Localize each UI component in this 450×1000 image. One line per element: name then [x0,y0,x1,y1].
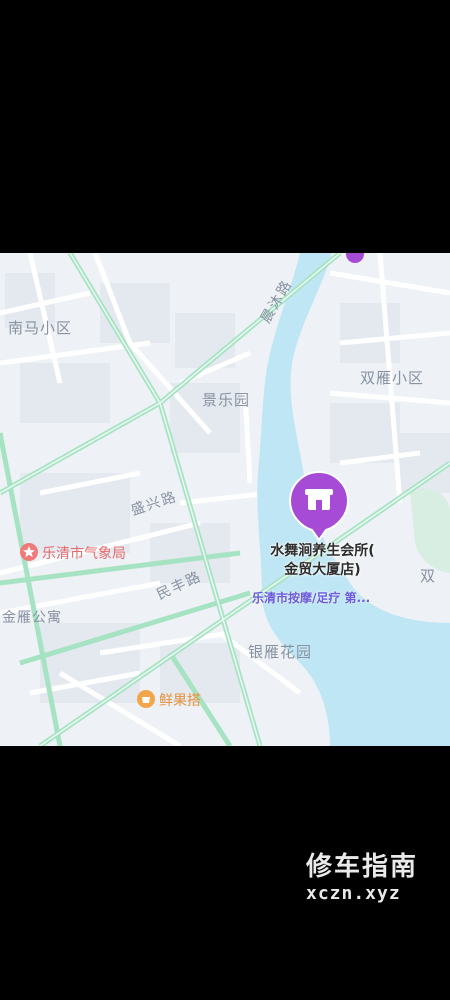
selected-poi-category: 乐清市按摩/足疗 第... [252,591,371,605]
poi-label: 乐清市气象局 [42,546,126,562]
watermark: 修车指南 xczn.xyz [306,846,418,904]
poi-dot-icon [346,253,364,263]
watermark-url: xczn.xyz [306,883,401,904]
poi-partial-top[interactable] [346,253,450,265]
selected-poi-pin[interactable] [288,470,350,542]
star-icon [20,543,38,561]
selected-poi-name-line1: 水舞涧养生会所( [270,543,375,559]
area-label-jingle: 景乐园 [202,391,251,409]
map-view[interactable]: 南马小区 景乐园 双雁小区 银雁花园 双 金雁公寓 晨沐路 盛兴路 民丰路 乐清… [0,253,450,746]
poi-label: 鲜果搭 [159,693,201,709]
shop-icon [137,690,155,708]
area-label-jinyan: 金雁公寓 [2,610,62,626]
area-label-yinyan: 银雁花园 [248,643,313,661]
selected-poi-name[interactable]: 水舞涧养生会所( 金贸大厦店) [255,542,390,580]
area-label-shuangyan: 双雁小区 [360,369,425,387]
watermark-title: 修车指南 [306,852,419,882]
park [410,489,450,573]
area-label-shuang: 双 [420,567,437,585]
selected-poi-name-line2: 金贸大厦店) [284,562,361,578]
spa-pin-icon [288,470,350,542]
area-label-nanma: 南马小区 [8,319,73,337]
